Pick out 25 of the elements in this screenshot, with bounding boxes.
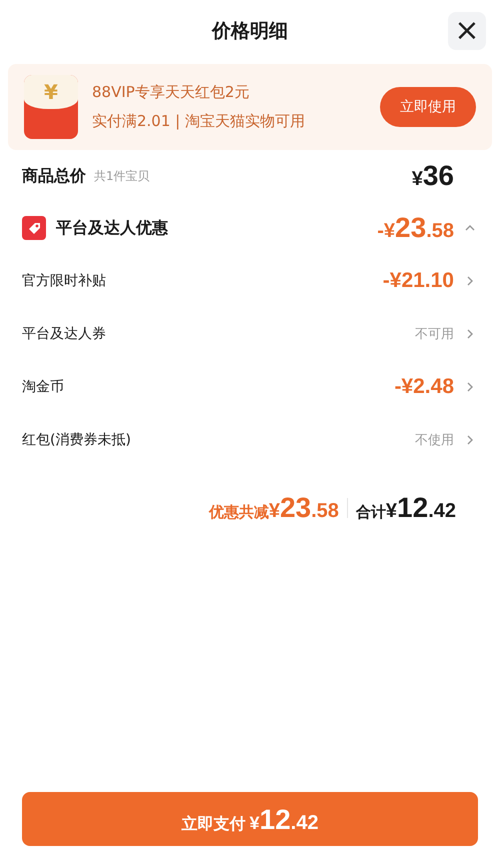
promo-title: 88VIP专享天天红包2元 (92, 83, 250, 102)
promo-subtitle: 实付满2.01 | 淘宝天猫实物可用 (92, 112, 306, 131)
pay-now-button[interactable]: 立即支付 ¥12.42 (22, 792, 478, 846)
window-title: 价格明细 (212, 19, 288, 44)
discount-item-label: 红包(消费券未抵) (22, 430, 131, 448)
discount-amount: -¥23.58 (377, 212, 454, 244)
item-count: 共1件宝贝 (94, 168, 150, 184)
tag-icon (22, 216, 46, 240)
envelope-icon: ¥ (24, 75, 78, 139)
discount-item-label: 官方限时补贴 (22, 272, 106, 290)
total-label: 合计 (356, 503, 386, 522)
discount-item-label: 平台及达人券 (22, 324, 106, 342)
grand-total: ¥12.42 (386, 492, 456, 524)
close-button[interactable]: × (448, 12, 486, 50)
total-price: ¥36 (412, 160, 454, 192)
use-now-button[interactable]: 立即使用 (380, 87, 476, 127)
discount-item-status: 不使用 (415, 432, 454, 448)
discount-item-status: 不可用 (415, 326, 454, 342)
discount-item-amount: -¥21.10 (382, 268, 454, 292)
discount-item-label: 淘金币 (22, 378, 64, 396)
total-label: 商品总价 (22, 166, 86, 186)
discount-label: 平台及达人优惠 (56, 218, 168, 238)
savings-amount: ¥23.58 (268, 492, 339, 524)
savings-label: 优惠共减 (208, 503, 269, 522)
discount-item-amount: -¥2.48 (394, 374, 454, 398)
